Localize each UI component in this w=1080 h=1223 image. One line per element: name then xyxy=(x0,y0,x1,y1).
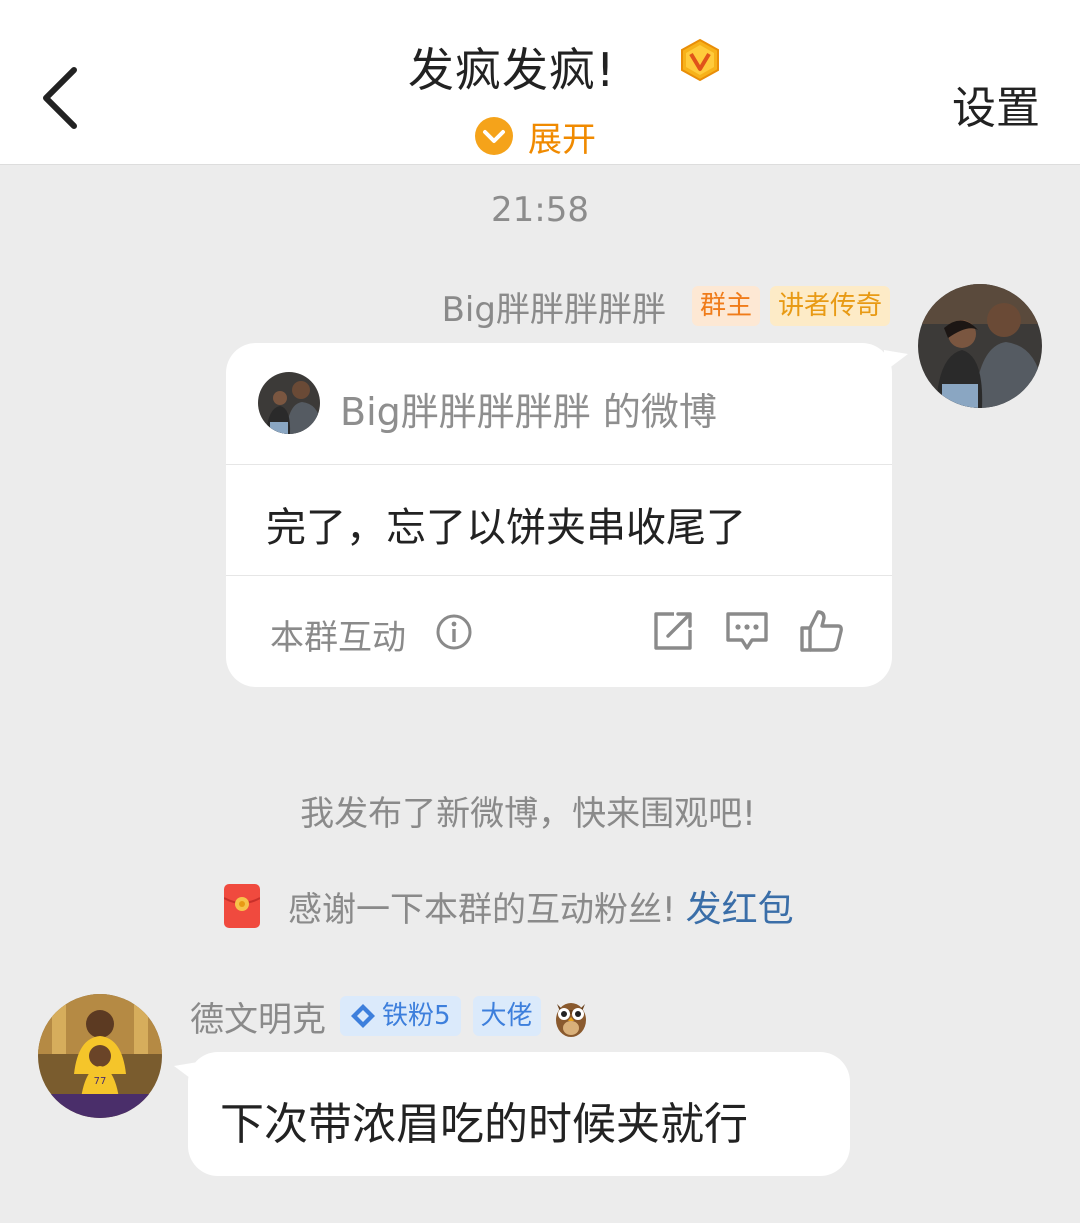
other-avatar[interactable]: 77 xyxy=(38,994,162,1118)
red-envelope-prompt: 感谢一下本群的互动粉丝! 发红包 xyxy=(224,880,794,932)
card-post-text: 完了，忘了以饼夹串收尾了 xyxy=(266,505,746,551)
owl-icon xyxy=(555,1003,586,1037)
chevron-down-icon xyxy=(475,117,513,155)
expand-toggle[interactable]: 展开 xyxy=(474,114,596,160)
role-badge: 大佬 xyxy=(472,996,541,1036)
fan-level-label: 铁粉5 xyxy=(382,1001,451,1031)
chat-timestamp: 21:58 xyxy=(491,190,589,230)
owner-badge: 群主 xyxy=(691,286,760,326)
group-title: 发疯发疯! xyxy=(408,43,616,97)
group-interaction-label: 本群互动 xyxy=(270,618,406,658)
message-bubble[interactable]: 下次带浓眉吃的时候夹就行 xyxy=(188,1052,850,1176)
card-author-avatar xyxy=(258,372,320,434)
message-text: 下次带浓眉吃的时候夹就行 xyxy=(220,1099,748,1150)
settings-button[interactable]: 设置 xyxy=(952,72,1040,136)
shared-weibo-card[interactable]: Big胖胖胖胖胖 的微博 完了，忘了以饼夹串收尾了 本群互动 xyxy=(226,343,892,687)
fan-diamond-icon xyxy=(351,1004,375,1028)
legend-badge: 讲者传奇 xyxy=(769,286,890,326)
back-arrow-icon xyxy=(43,67,77,129)
self-sender-name[interactable]: Big胖胖胖胖胖 xyxy=(442,282,666,331)
comment-icon[interactable] xyxy=(724,608,770,654)
system-message: 我发布了新微博，快来围观吧! xyxy=(300,794,756,834)
expand-label: 展开 xyxy=(528,119,596,160)
red-envelope-icon xyxy=(224,884,260,928)
self-avatar[interactable] xyxy=(918,284,1042,408)
red-envelope-text: 感谢一下本群的互动粉丝! xyxy=(288,889,676,930)
other-sender-row: 德文明克 铁粉5 大佬 xyxy=(190,992,589,1040)
back-button[interactable] xyxy=(30,58,100,138)
card-header: Big胖胖胖胖胖 的微博 xyxy=(226,343,892,465)
like-icon[interactable] xyxy=(798,608,844,654)
send-red-envelope-link[interactable]: 发红包 xyxy=(686,880,794,932)
info-icon[interactable] xyxy=(436,614,472,650)
fan-level-badge: 铁粉5 xyxy=(340,996,461,1036)
self-sender-row: Big胖胖胖胖胖 群主 讲者传奇 xyxy=(442,282,890,331)
vip-badge-icon xyxy=(681,38,719,82)
card-footer: 本群互动 xyxy=(226,576,892,687)
chat-header: 发疯发疯! 展开 设置 xyxy=(0,0,1080,165)
other-sender-name[interactable]: 德文明克 xyxy=(190,992,326,1041)
card-body: 完了，忘了以饼夹串收尾了 xyxy=(226,465,892,576)
card-source-label: Big胖胖胖胖胖 的微博 xyxy=(340,390,717,434)
share-icon[interactable] xyxy=(650,608,696,654)
svg-text:77: 77 xyxy=(94,1076,107,1087)
